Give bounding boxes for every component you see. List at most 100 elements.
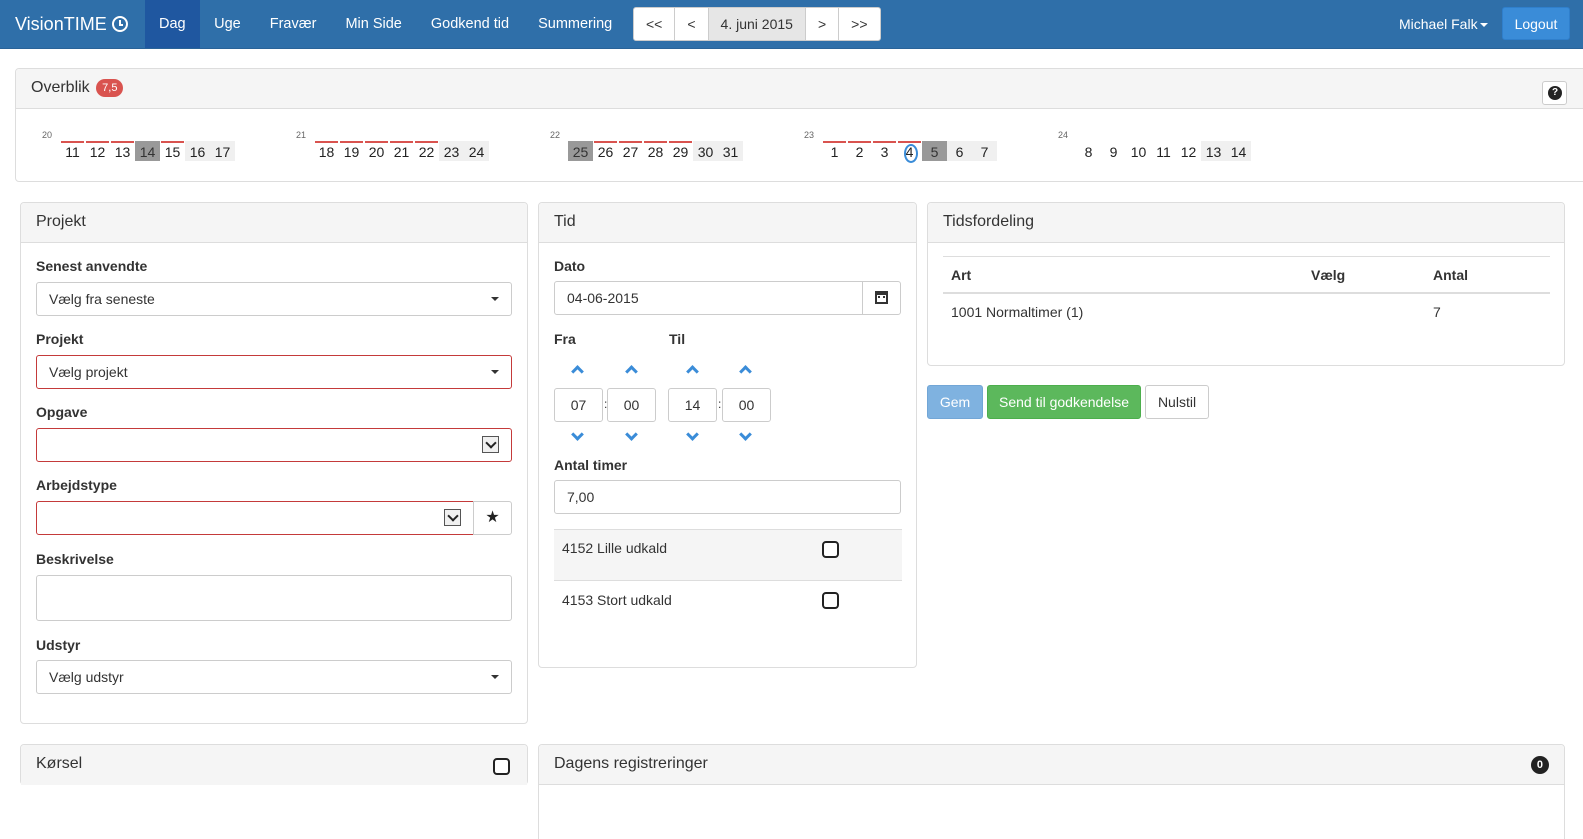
- day-cell[interactable]: 29: [668, 141, 693, 161]
- send-button[interactable]: Send til godkendelse: [987, 385, 1141, 419]
- day-cell[interactable]: 27: [618, 141, 643, 161]
- day-cell[interactable]: 13: [1201, 141, 1226, 161]
- column-art: Art: [951, 267, 972, 283]
- day-cell[interactable]: 2: [847, 141, 872, 161]
- first-button[interactable]: <<: [634, 8, 676, 40]
- nav-summering[interactable]: Summering: [524, 0, 627, 48]
- nav-fravaer[interactable]: Fravær: [255, 0, 331, 48]
- help-button[interactable]: ?: [1542, 81, 1567, 105]
- question-icon: ?: [1548, 86, 1562, 100]
- day-cell[interactable]: 14: [1226, 141, 1251, 161]
- dagens-panel: Dagens registreringer 0: [538, 744, 1565, 839]
- day-cell[interactable]: 5: [922, 141, 947, 161]
- caret-down-icon: [491, 297, 499, 301]
- dato-input[interactable]: 04-06-2015: [554, 281, 864, 315]
- projekt-label: Projekt: [36, 331, 84, 347]
- day-cell[interactable]: 10: [1126, 141, 1151, 161]
- projekt-panel: Projekt: [20, 202, 528, 724]
- week-number: 21: [296, 130, 307, 140]
- til-minute-input[interactable]: 00: [722, 388, 771, 422]
- gem-button[interactable]: Gem: [927, 385, 983, 419]
- opgave-label: Opgave: [36, 404, 88, 420]
- column-vaelg: Vælg: [1311, 267, 1346, 283]
- navbar: VisionTIME Dag Uge Fravær Min Side Godke…: [0, 0, 1583, 49]
- prev-button[interactable]: <: [675, 8, 709, 40]
- day-cell[interactable]: 7: [972, 141, 997, 161]
- day-cell[interactable]: 11: [1151, 141, 1176, 161]
- day-cell[interactable]: 17: [210, 141, 235, 161]
- caret-down-icon: [491, 675, 499, 679]
- lille-udkald-checkbox[interactable]: [822, 541, 839, 558]
- dropdown-arrow-icon: [444, 509, 461, 526]
- beskrivelse-input[interactable]: [36, 575, 512, 621]
- nulstil-button[interactable]: Nulstil: [1145, 385, 1209, 419]
- day-cell[interactable]: 3: [872, 141, 897, 161]
- day-cell[interactable]: 15: [160, 141, 185, 161]
- day-cell[interactable]: 21: [389, 141, 414, 161]
- day-cell[interactable]: 26: [593, 141, 618, 161]
- udstyr-select[interactable]: Vælg udstyr: [36, 660, 512, 694]
- last-button[interactable]: >>: [839, 8, 879, 40]
- caret-down-icon: [1479, 23, 1488, 28]
- senest-label: Senest anvendte: [36, 258, 148, 274]
- calendar-icon: [875, 291, 888, 304]
- day-cell[interactable]: 22: [414, 141, 439, 161]
- day-cell[interactable]: 23: [439, 141, 464, 161]
- user-menu[interactable]: Michael Falk: [1399, 0, 1488, 48]
- day-cell[interactable]: 8: [1076, 141, 1101, 161]
- overview-panel: Overblik 7,5 ?: [15, 68, 1583, 182]
- senest-value: Vælg fra seneste: [49, 291, 155, 307]
- day-cell[interactable]: 20: [364, 141, 389, 161]
- day-cell[interactable]: 12: [1176, 141, 1201, 161]
- day-cell[interactable]: 13: [110, 141, 135, 161]
- til-hour-input[interactable]: 14: [668, 388, 717, 422]
- korsel-checkbox[interactable]: [493, 758, 510, 775]
- day-cell[interactable]: 16: [185, 141, 210, 161]
- next-button[interactable]: >: [806, 8, 840, 40]
- opgave-select[interactable]: [36, 428, 512, 462]
- brand[interactable]: VisionTIME: [15, 0, 128, 48]
- dagens-title: Dagens registreringer: [554, 755, 708, 772]
- tillaeg-label: 4153 Stort udkald: [562, 592, 672, 608]
- arbejdstype-select[interactable]: [36, 501, 474, 535]
- day-cell[interactable]: 6: [947, 141, 972, 161]
- nav-dag[interactable]: Dag: [145, 0, 200, 48]
- day-cell[interactable]: 11: [60, 141, 85, 161]
- day-cell[interactable]: 25: [568, 141, 593, 161]
- fra-hour-input[interactable]: 07: [554, 388, 603, 422]
- day-cell[interactable]: 19: [339, 141, 364, 161]
- current-date-button[interactable]: 4. juni 2015: [708, 8, 806, 40]
- nav-godkend-tid[interactable]: Godkend tid: [416, 0, 523, 48]
- day-cell[interactable]: 1: [822, 141, 847, 161]
- stort-udkald-checkbox[interactable]: [822, 592, 839, 609]
- fra-label: Fra: [554, 331, 576, 347]
- dagens-count-badge: 0: [1530, 756, 1549, 774]
- nav-uge[interactable]: Uge: [200, 0, 256, 48]
- projekt-value: Vælg projekt: [49, 364, 128, 380]
- projekt-select[interactable]: Vælg projekt: [36, 355, 512, 389]
- day-cell[interactable]: 30: [693, 141, 718, 161]
- day-cell[interactable]: 31: [718, 141, 743, 161]
- day-cell[interactable]: 9: [1101, 141, 1126, 161]
- korsel-panel: Kørsel: [20, 744, 528, 785]
- calendar-button[interactable]: [862, 281, 901, 315]
- senest-select[interactable]: Vælg fra seneste: [36, 282, 512, 316]
- date-navigator: << < 4. juni 2015 > >>: [633, 7, 881, 41]
- antal-input[interactable]: 7,00: [554, 480, 901, 514]
- til-label: Til: [669, 331, 686, 347]
- favorite-button[interactable]: ★: [473, 501, 512, 535]
- day-cell[interactable]: 28: [643, 141, 668, 161]
- day-cell[interactable]: 12: [85, 141, 110, 161]
- logout-button[interactable]: Logout: [1502, 7, 1570, 40]
- tidsfordeling-header: Tidsfordeling: [928, 203, 1564, 243]
- day-cell[interactable]: 24: [464, 141, 489, 161]
- brand-label: VisionTIME: [15, 14, 107, 34]
- week-number: 24: [1058, 130, 1069, 140]
- day-cell-today[interactable]: 4: [897, 141, 922, 163]
- nav-min-side[interactable]: Min Side: [331, 0, 416, 48]
- overview-title: Overblik: [31, 79, 90, 96]
- table-cell-art: 1001 Normaltimer (1): [951, 304, 1084, 320]
- day-cell[interactable]: 18: [314, 141, 339, 161]
- fra-minute-input[interactable]: 00: [607, 388, 656, 422]
- day-cell[interactable]: 14: [135, 141, 160, 161]
